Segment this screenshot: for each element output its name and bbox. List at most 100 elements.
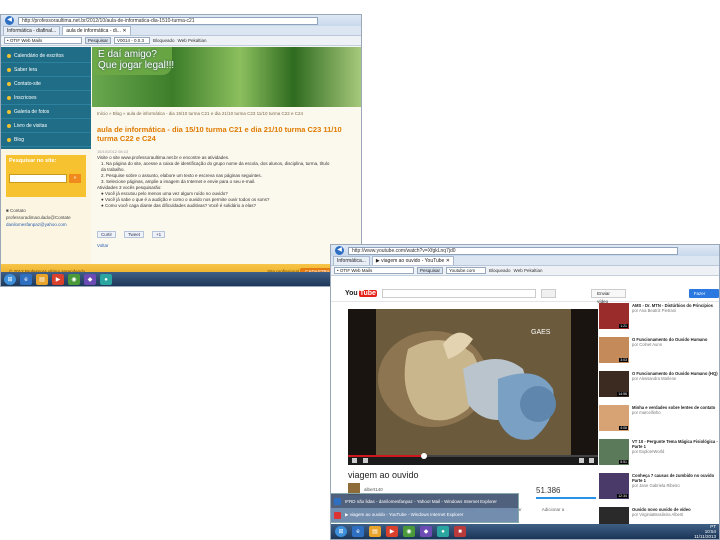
add-to-tab[interactable]: Adicionar a [542, 507, 565, 512]
youtube-search-input[interactable] [381, 289, 537, 298]
app-icon[interactable]: ◆ [420, 526, 432, 537]
list-item[interactable]: 1:21 AMS - Dr. MTN - Distúrbios do Princ… [599, 303, 719, 337]
folder-icon[interactable]: ▤ [369, 526, 381, 537]
toolbar-search-button[interactable]: Pesquisar [85, 37, 112, 44]
nav-item-saber[interactable]: Saber lera [1, 63, 91, 77]
toolbar-item-2[interactable]: Youtube.com [446, 267, 487, 274]
media-icon[interactable]: ▶ [386, 526, 398, 537]
breadcrumb[interactable]: Início » Blog » aula de informática - di… [97, 111, 303, 116]
ie-icon[interactable]: e [352, 526, 364, 537]
back-button-icon[interactable]: ◀ [335, 246, 344, 255]
bullet-icon [7, 95, 11, 100]
nav-label: Saber lera [14, 66, 38, 73]
toolbar-blocked-label[interactable]: Bloqueado [489, 268, 511, 273]
bullet-icon [7, 109, 11, 114]
blog-sidebar: Calendário de escritos Saber lera Contat… [1, 47, 91, 286]
duration-badge: 14:56 [617, 392, 628, 396]
video-thumbnail: 4:06 [599, 405, 629, 431]
list-item[interactable]: 12:34 Conheça 7 causas de zumbido no ouv… [599, 473, 719, 507]
duration-badge: 3:03 [619, 358, 628, 362]
like-ratio-bar [536, 497, 596, 499]
like-button[interactable]: Curtir [97, 231, 116, 238]
chrome-icon[interactable]: ◉ [403, 526, 415, 537]
start-orb-icon[interactable]: ⊞ [4, 274, 16, 285]
site-search-input[interactable] [9, 174, 67, 183]
ie-icon [334, 497, 341, 505]
back-link[interactable]: Voltar [97, 243, 109, 248]
video-player[interactable]: GAES [348, 309, 598, 455]
tweet-button[interactable]: Tweet [124, 231, 145, 238]
search-icon[interactable] [541, 289, 557, 298]
start-orb-icon[interactable]: ⊞ [335, 526, 347, 537]
app-icon[interactable]: ◆ [84, 274, 96, 285]
tab-informatica[interactable]: Informática... [333, 256, 370, 265]
window-item-yahoo[interactable]: IFRD não lidas - danilomesfanpaz - Yahoo… [331, 494, 518, 508]
login-button[interactable]: Fazer login [688, 289, 719, 305]
nav-item-galeria[interactable]: Galeria de fotos [1, 105, 91, 119]
upload-button[interactable]: Enviar vídeo [591, 289, 626, 304]
nav-label: Inscricoes [14, 94, 37, 101]
list-item[interactable]: 14:56 O Funcionamento do Ouvido Humano (… [599, 371, 719, 405]
volume-icon[interactable] [363, 458, 368, 463]
toolbar-search-input[interactable]: • OTIF Web Mails [334, 267, 414, 274]
list-item[interactable]: 3:03 O Funcionamento do Ouvido Humano por… [599, 337, 719, 371]
video-controls [348, 453, 598, 465]
ie-icon[interactable]: e [20, 274, 32, 285]
system-tray[interactable]: PT 10:54 11/11/2013 [694, 524, 719, 539]
duration-badge: 4:06 [619, 426, 628, 430]
toolbar-web-label[interactable]: Web Pekaltian [514, 268, 543, 273]
media-icon[interactable]: ▶ [52, 274, 64, 285]
toolbar-blocked-label[interactable]: Bloqueado [153, 38, 175, 43]
site-search-box: Pesquisar no site: » [6, 155, 86, 197]
bullet-icon [7, 137, 11, 142]
window-item-youtube[interactable]: ▶ viagem ao ouvido - YouTube - Windows I… [331, 508, 518, 522]
plus-one-button[interactable]: +1 [152, 231, 166, 238]
fullscreen-icon[interactable] [589, 458, 594, 463]
window-title: ▶ viagem ao ouvido - YouTube - Windows I… [345, 512, 464, 517]
back-button-icon[interactable]: ◀ [5, 16, 14, 25]
toolbar-search-button[interactable]: Pesquisar [417, 267, 444, 274]
nav-label: Contato-site [14, 80, 41, 87]
app3-icon[interactable]: ■ [454, 526, 466, 537]
nav-item-inscricoes[interactable]: Inscricoes [1, 91, 91, 105]
nav-item-contato[interactable]: Contato-site [1, 77, 91, 91]
toolbar-web-label[interactable]: Web Pekaltian [178, 38, 207, 43]
nav-item-livro[interactable]: Livro de visitas [1, 119, 91, 133]
list-item[interactable]: 5:51 VT 10 - Pergunte Tema Mágica Fisiol… [599, 439, 719, 473]
settings-icon[interactable] [579, 458, 584, 463]
bullet-icon [7, 123, 11, 128]
toolbar-search-input[interactable]: • OTIF Web Mails [4, 37, 82, 44]
right-controls [579, 458, 594, 463]
site-search-button[interactable]: » [69, 174, 81, 183]
app2-icon[interactable]: ● [437, 526, 449, 537]
post-date: 15/10/2012 08:13 [97, 149, 129, 154]
address-field[interactable]: http://professoraultima.net.br/2012/10/a… [18, 16, 318, 25]
chrome-icon[interactable]: ◉ [68, 274, 80, 285]
related-meta: por Colnet Aunn [632, 342, 663, 347]
list-item[interactable]: 4:06 Minha e verdades sobre lentes de co… [599, 405, 719, 439]
tab-informatica[interactable]: Informática - diafinal... [3, 26, 61, 35]
progress-bar[interactable] [348, 453, 598, 459]
nav-item-blog[interactable]: Blog [1, 133, 91, 147]
post-title[interactable]: aula de informática - dia 15/10 turma C2… [97, 125, 347, 143]
tab-strip: Informática - diafinal... aula de inform… [1, 26, 361, 36]
tab-aula-informatica[interactable]: aula de informática - di... ✕ [62, 26, 131, 35]
nav-item-calendario[interactable]: Calendário de escritos [1, 49, 91, 63]
youtube-header: You Tube Enviar vídeo Fazer login [331, 286, 719, 305]
video-thumbnail: 3:03 [599, 337, 629, 363]
toolbar-item-2[interactable]: V0014 - 0.0.3 [114, 37, 151, 44]
youtube-logo[interactable]: You Tube [345, 290, 377, 297]
channel-name[interactable]: albert140 [364, 487, 383, 492]
share-actions: Curtir Tweet +1 [97, 231, 166, 238]
play-icon[interactable] [352, 458, 357, 463]
folder-icon[interactable]: ▤ [36, 274, 48, 285]
taskbar: ⊞ e ▤ ▶ ◉ ◆ ● PT 17:14 17/11/2012 [1, 272, 361, 286]
browser-toolbar: • OTIF Web Mails Pesquisar V0014 - 0.0.3… [1, 36, 361, 46]
ear-anatomy-frame: GAES [348, 309, 598, 455]
related-meta: por Ana Beatriz Pietrani [632, 308, 676, 313]
address-field[interactable]: http://www.youtube.com/watch?v=XfgkLnq7j… [348, 246, 678, 255]
contact-email-link[interactable]: danilomesfanpaz@yahoo.com [6, 221, 86, 228]
tab-youtube[interactable]: ▶ viagem ao ouvido - YouTube ✕ [371, 256, 454, 265]
app2-icon[interactable]: ● [100, 274, 112, 285]
progress-knob[interactable] [421, 453, 427, 459]
